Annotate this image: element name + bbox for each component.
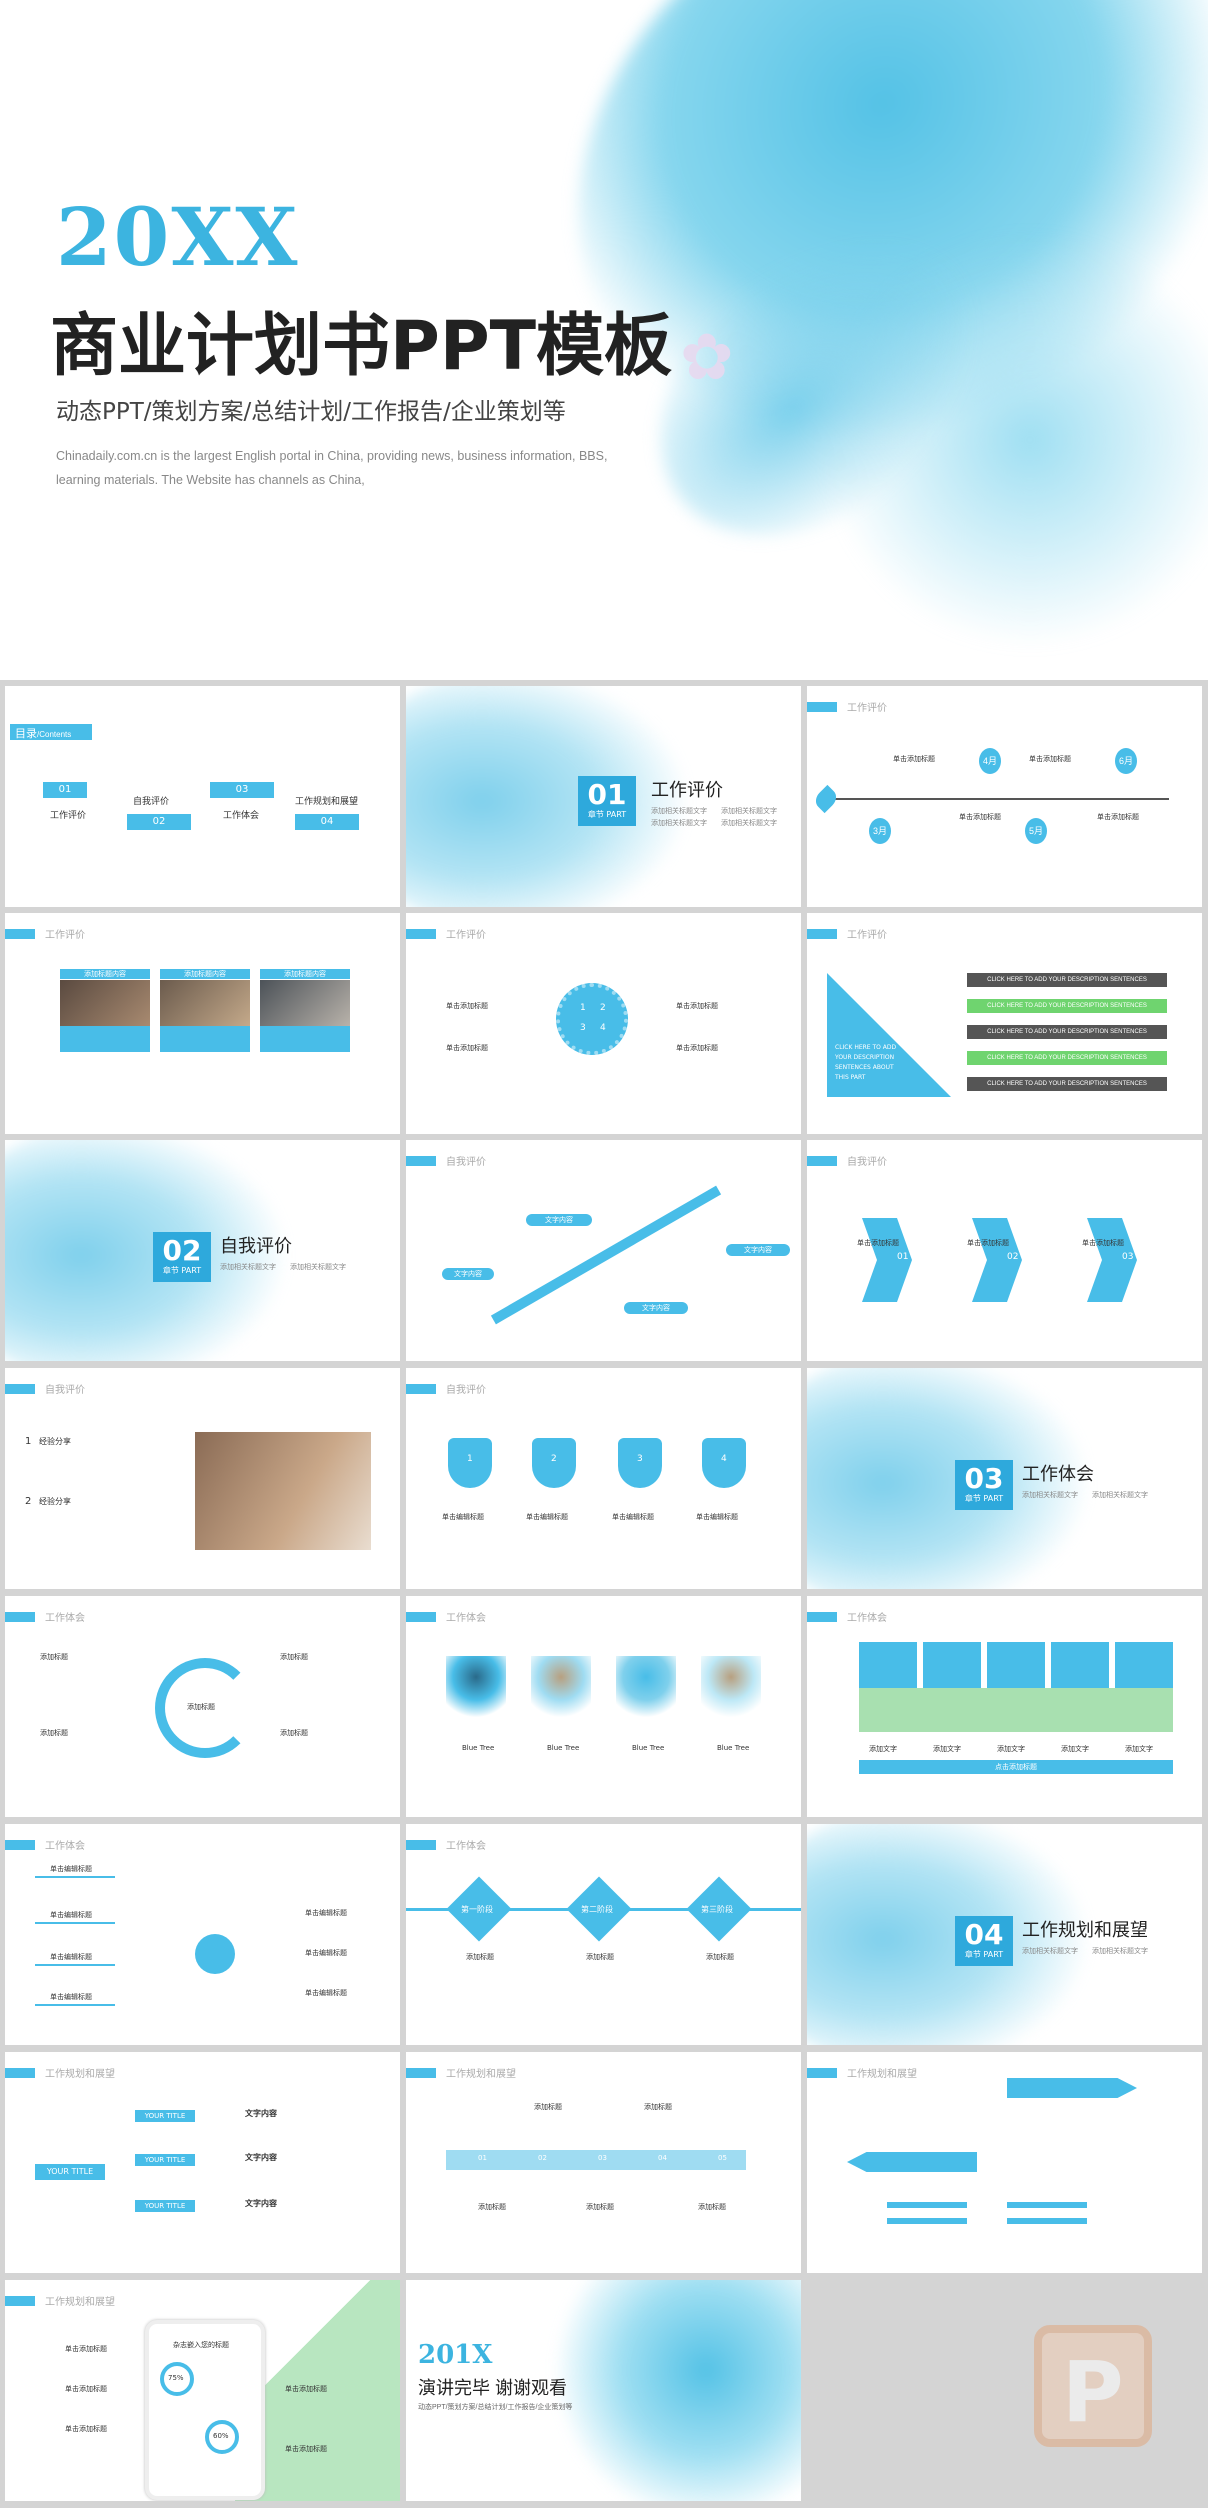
toc-num: 04 bbox=[295, 814, 359, 830]
flower-icon: ✿ bbox=[680, 321, 734, 393]
toc-num: 01 bbox=[43, 782, 87, 798]
cover-title: 商业计划书PPT模板 bbox=[50, 307, 673, 386]
chevron-arrows-slide[interactable]: 自我评价 01 02 03 单击添加标题 单击添加标题 单击添加标题 bbox=[807, 1140, 1202, 1361]
toc-item: 自我评价 bbox=[133, 797, 170, 807]
section-number: 04 章节 PART bbox=[955, 1916, 1013, 1966]
toc-item: 工作体会 bbox=[223, 811, 260, 821]
weibo-icon bbox=[195, 1934, 235, 1974]
cover-slide[interactable]: ✿ 20XX 商业计划书PPT模板 动态PPT/策划方案/总结计划/工作报告/企… bbox=[0, 0, 1208, 680]
cover-year: 20XX bbox=[56, 190, 300, 284]
timeline-slide[interactable]: 工作评价 3月 4月 5月 6月 单击添加标题 单击添加标题 单击添加标题 单击… bbox=[807, 686, 1202, 907]
cards-slide[interactable]: 工作体会 添加文字 添加文字 添加文字 添加文字 添加文字 点击添加标题 bbox=[807, 1596, 1202, 1817]
card-icon bbox=[1051, 1642, 1109, 1688]
template-gallery: ✿ 20XX 商业计划书PPT模板 动态PPT/策划方案/总结计划/工作报告/企… bbox=[0, 0, 1208, 2508]
toc-label: 目录/Contents bbox=[15, 728, 72, 740]
mindmap-slide[interactable]: 工作体会 单击编辑标题 单击编辑标题 单击编辑标题 单击编辑标题 单击编辑标题 … bbox=[5, 1824, 400, 2045]
section-slide-02[interactable]: 02 章节 PART 自我评价 添加相关标题文字 添加相关标题文字 bbox=[5, 1140, 400, 1361]
tree-icon bbox=[616, 1656, 676, 1726]
section-title: 工作评价 bbox=[651, 780, 723, 801]
photos-slide[interactable]: 工作评价 添加标题内容 添加标题内容 添加标题内容 bbox=[5, 913, 400, 1134]
photo bbox=[60, 980, 150, 1026]
diamonds-slide[interactable]: 工作体会 第一阶段 第二阶段 第三阶段 添加标题 添加标题 添加标题 bbox=[406, 1824, 801, 2045]
chevron-steps-slide[interactable]: 工作规划和展望 01 02 03 04 05 添加标题 添加标题 添加标题 添加… bbox=[406, 2052, 801, 2273]
your-title-slide[interactable]: 工作规划和展望 YOUR TITLE YOUR TITLE YOUR TITLE… bbox=[5, 2052, 400, 2273]
tree-icon bbox=[446, 1656, 506, 1726]
watercolor-wash bbox=[406, 686, 686, 907]
month-marker: 5月 bbox=[1025, 818, 1047, 844]
trees-slide[interactable]: 工作体会 Blue Tree Blue Tree Blue Tree Blue … bbox=[406, 1596, 801, 1817]
arrow-right bbox=[1007, 2078, 1137, 2098]
photo bbox=[260, 980, 350, 1026]
header-bar bbox=[807, 702, 837, 712]
section-slide-03[interactable]: 03 章节 PART 工作体会 添加相关标题文字 添加相关标题文字 bbox=[807, 1368, 1202, 1589]
thanks-slide[interactable]: 201X 演讲完毕 谢谢观看 动态PPT/策划方案/总结计划/工作报告/企业策划… bbox=[406, 2280, 801, 2501]
section-slide-04[interactable]: 04 章节 PART 工作规划和展望 添加相关标题文字 添加相关标题文字 bbox=[807, 1824, 1202, 2045]
card-icon bbox=[859, 1642, 917, 1688]
circle-graphic bbox=[556, 983, 628, 1055]
cover-description: Chinadaily.com.cn is the largest English… bbox=[56, 449, 608, 487]
toc-num: 03 bbox=[210, 782, 274, 798]
toc-item: 工作规划和展望 bbox=[295, 797, 359, 807]
trophies-slide[interactable]: 自我评价 1 2 3 4 单击编辑标题 单击编辑标题 单击编辑标题 单击编辑标题 bbox=[406, 1368, 801, 1589]
phone-slide[interactable]: 工作规划和展望 杂志嵌入您的标题 75% 60% 单击添加标题 单击添加标题 单… bbox=[5, 2280, 400, 2501]
triangle-list-slide[interactable]: 工作评价 CLICK HERE TO ADD YOUR DESCRIPTION … bbox=[807, 913, 1202, 1134]
toc-num: 02 bbox=[127, 814, 191, 830]
month-marker: 6月 bbox=[1115, 748, 1137, 774]
section-number: 02 章节 PART bbox=[153, 1232, 211, 1282]
tree-icon bbox=[531, 1656, 591, 1726]
tree-icon bbox=[701, 1656, 761, 1726]
laptop-photo bbox=[195, 1432, 371, 1550]
arrow-left bbox=[847, 2152, 977, 2172]
timeline-axis bbox=[829, 798, 1169, 800]
toc-item: 工作评价 bbox=[50, 811, 87, 821]
month-marker: 3月 bbox=[869, 818, 891, 844]
watermark-logo: P bbox=[1034, 2325, 1152, 2447]
arrow-labels-slide[interactable]: 工作规划和展望 bbox=[807, 2052, 1202, 2273]
toc-slide[interactable]: 目录/Contents 01 工作评价 自我评价 02 03 工作体会 工作规划… bbox=[5, 686, 400, 907]
experience-slide[interactable]: 自我评价 1 经验分享 2 经验分享 bbox=[5, 1368, 400, 1589]
diagonal-arrow-slide[interactable]: 自我评价 文字内容 文字内容 文字内容 文字内容 bbox=[406, 1140, 801, 1361]
section-slide-01[interactable]: 01 章节 PART 工作评价 添加相关标题文字 添加相关标题文字 添加相关标题文… bbox=[406, 686, 801, 907]
month-marker: 4月 bbox=[979, 748, 1001, 774]
section-number: 01 章节 PART bbox=[578, 776, 636, 826]
card-icon bbox=[923, 1642, 981, 1688]
card-icon bbox=[1115, 1642, 1173, 1688]
circle-slide[interactable]: 工作评价 1 2 3 4 单击添加标题 单击添加标题 单击添加标题 单击添加标题 bbox=[406, 913, 801, 1134]
leaf-icon bbox=[811, 784, 841, 814]
cycle-slide[interactable]: 工作体会 添加标题 添加标题 添加标题 添加标题 添加标题 bbox=[5, 1596, 400, 1817]
cover-subtitle: 动态PPT/策划方案/总结计划/工作报告/企业策划等 bbox=[56, 399, 566, 425]
card-icon bbox=[987, 1642, 1045, 1688]
section-number: 03 章节 PART bbox=[955, 1460, 1013, 1510]
photo bbox=[160, 980, 250, 1026]
